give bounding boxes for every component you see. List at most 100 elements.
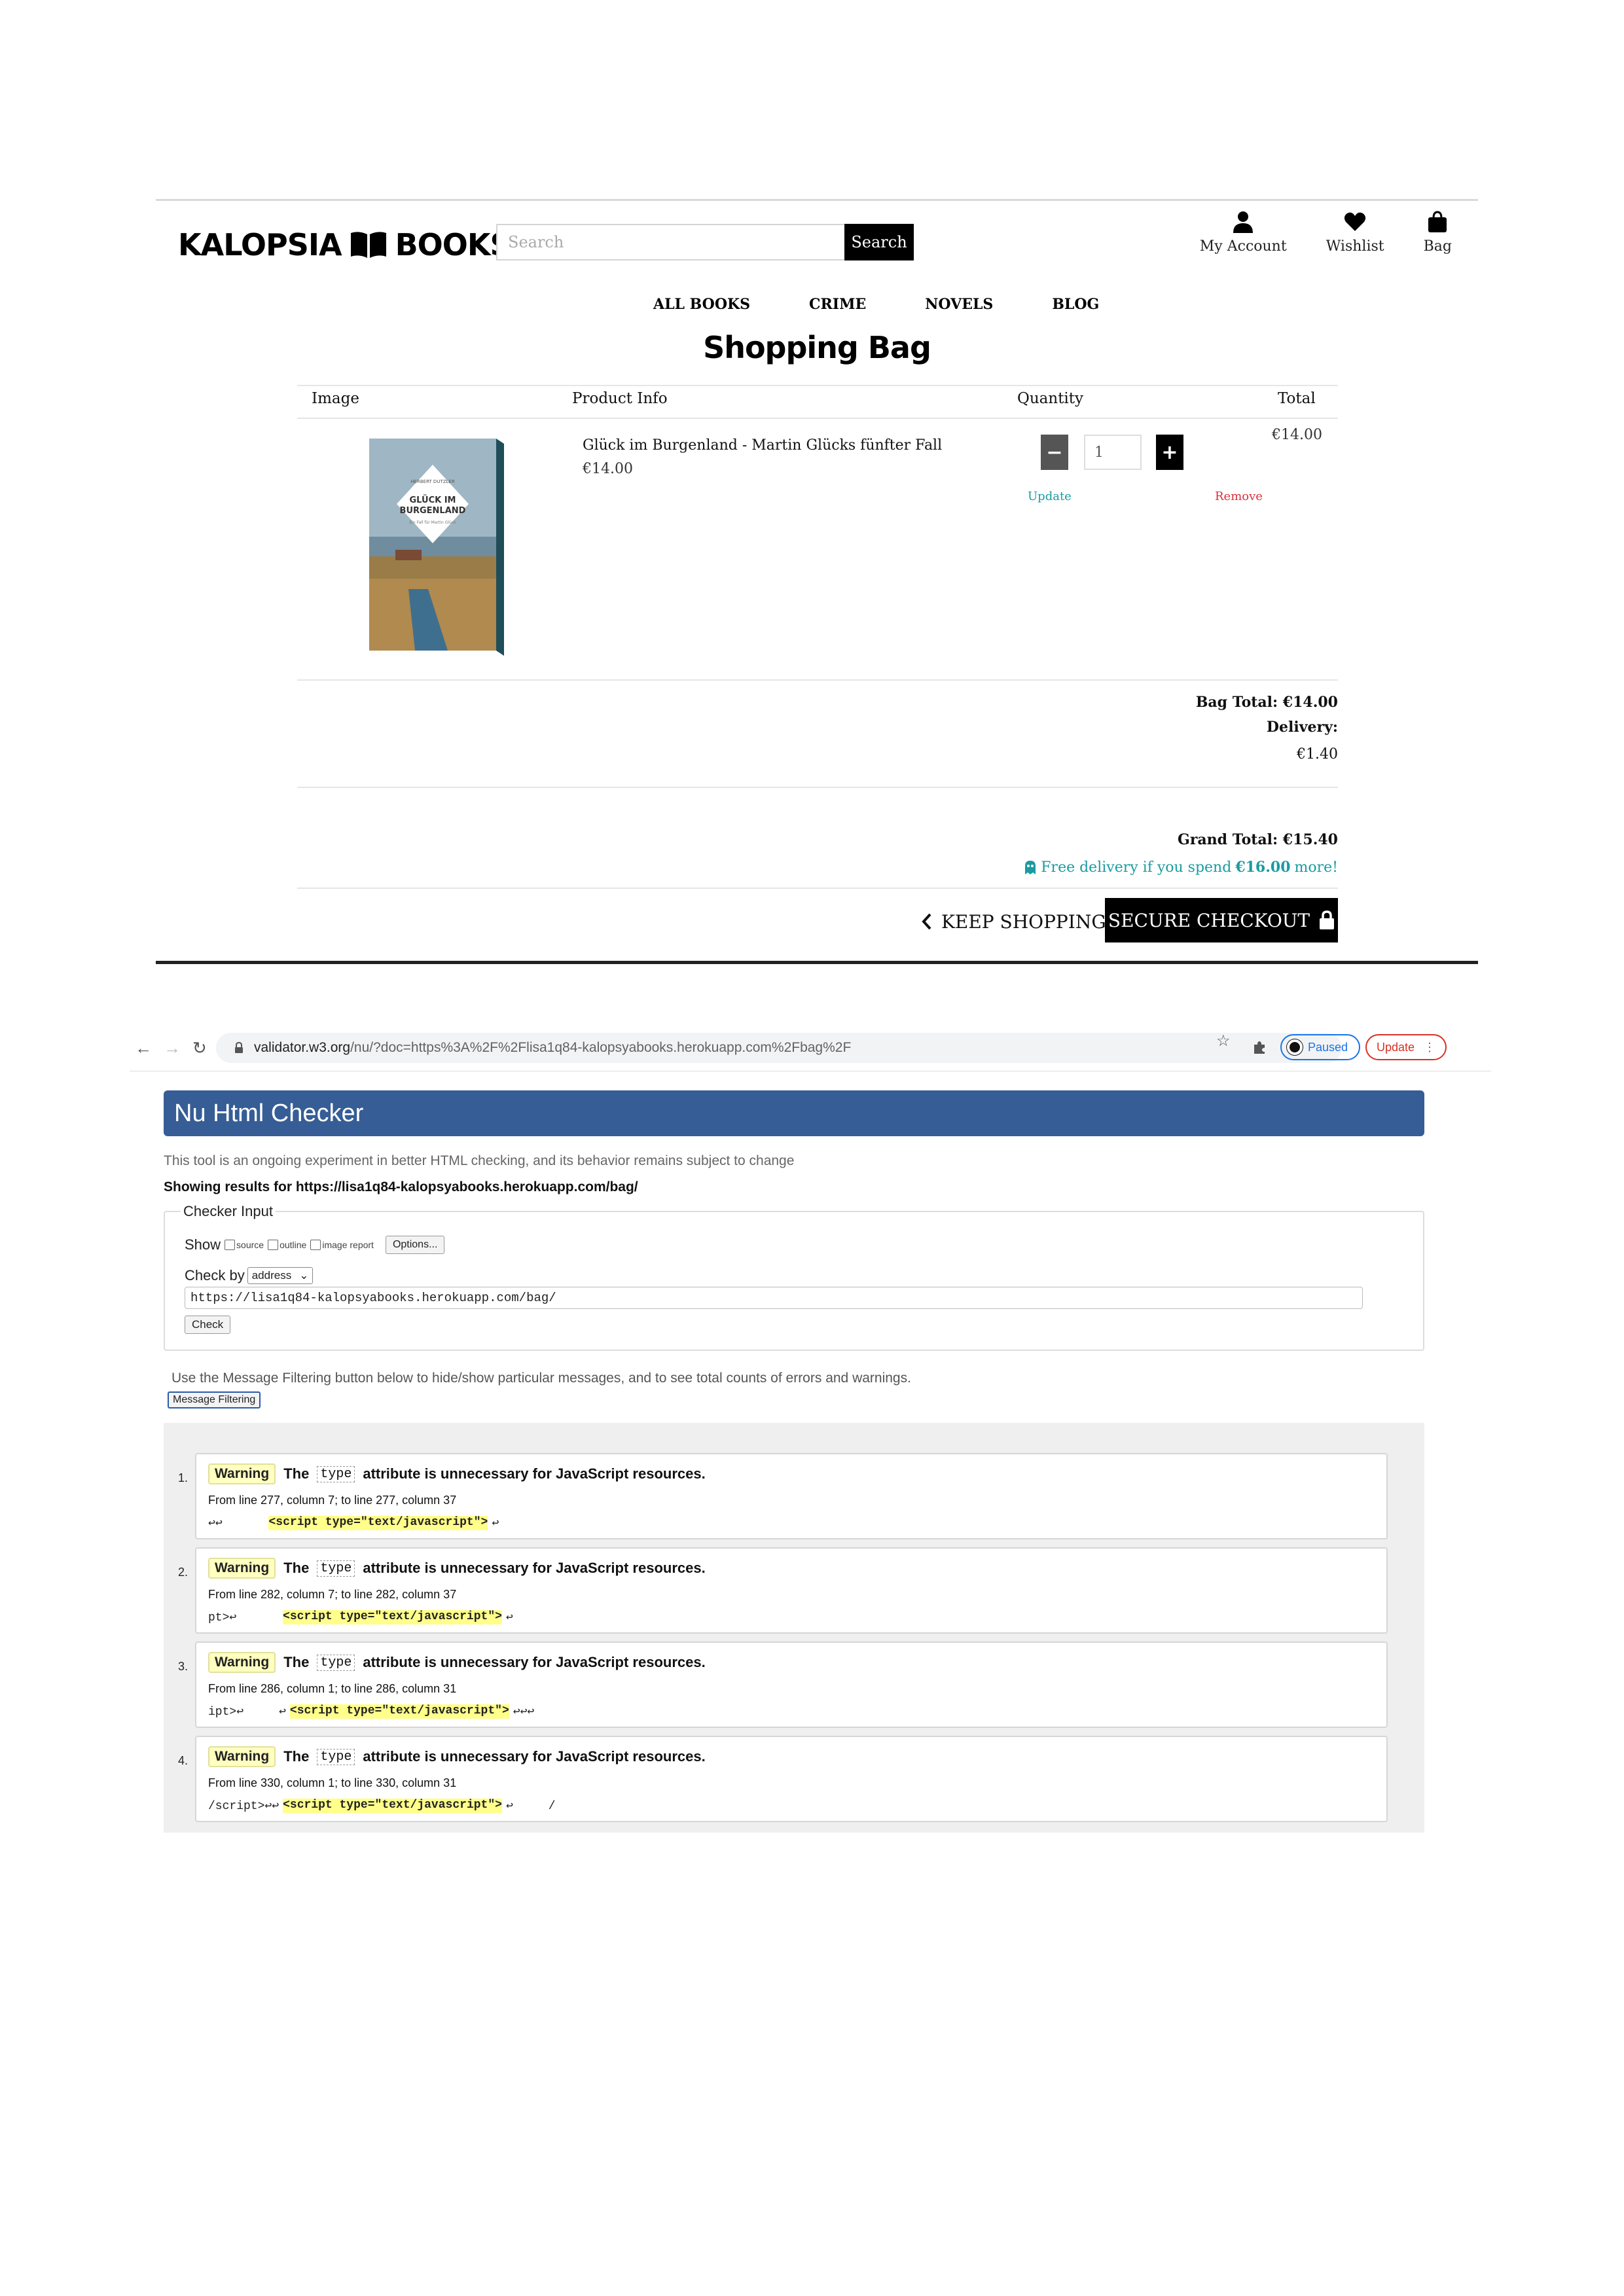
search-input[interactable] bbox=[496, 224, 844, 260]
message-number: 2. bbox=[178, 1566, 189, 1579]
menu-item-crime[interactable]: CRIME bbox=[809, 296, 866, 313]
show-label: Show bbox=[185, 1236, 221, 1253]
logo-text-left: KALOPSIA bbox=[178, 227, 342, 262]
checker-legend: Checker Input bbox=[181, 1203, 276, 1220]
lock-icon bbox=[235, 1042, 243, 1053]
menu-item-novels[interactable]: NOVELS bbox=[925, 296, 993, 313]
warning-badge: Warning bbox=[208, 1746, 276, 1767]
message-text-pre: The bbox=[283, 1654, 310, 1670]
results-for: Showing results for https://lisa1q84-kal… bbox=[164, 1179, 638, 1194]
url-input[interactable]: https://lisa1q84-kalopsyabooks.herokuapp… bbox=[185, 1287, 1363, 1309]
back-arrow-icon[interactable]: ← bbox=[135, 1038, 152, 1058]
address-bar[interactable]: validator.w3.org/nu/?doc=https%3A%2F%2Fl… bbox=[216, 1033, 1342, 1063]
secure-checkout-button[interactable]: SECURE CHECKOUT bbox=[1105, 898, 1338, 942]
column-header-total: Total bbox=[1278, 390, 1316, 407]
message-extract: /script>↩↩ <script type="text/javascript"… bbox=[208, 1799, 556, 1813]
options-button[interactable]: Options... bbox=[385, 1236, 445, 1254]
bottom-divider bbox=[156, 961, 1478, 964]
free-delivery-prefix: Free delivery if you spend bbox=[1041, 859, 1232, 876]
check-by-value: address bbox=[251, 1269, 292, 1282]
message-filtering-button[interactable]: Message Filtering bbox=[168, 1391, 261, 1408]
browser-toolbar: ← → ↻ validator.w3.org/nu/?doc=https%3A%… bbox=[130, 1025, 1491, 1072]
check-by-select[interactable]: address ⌄ bbox=[247, 1267, 314, 1284]
url-path: /nu/?doc=https%3A%2F%2Flisa1q84-kalopsya… bbox=[350, 1040, 852, 1055]
table-top-rule bbox=[297, 385, 1338, 386]
message-location[interactable]: From line 286, column 1; to line 286, co… bbox=[208, 1682, 456, 1696]
bag-label: Bag bbox=[1423, 238, 1452, 255]
extensions-icon[interactable] bbox=[1252, 1039, 1267, 1055]
keep-shopping-button[interactable]: KEEP SHOPPING bbox=[922, 902, 1106, 941]
paused-profile-button[interactable]: Paused bbox=[1280, 1034, 1360, 1060]
extract-after: ↩ bbox=[505, 1611, 513, 1624]
header-nav-icons: My Account Wishlist Bag bbox=[1200, 211, 1452, 255]
validator-header: Nu Html Checker bbox=[164, 1090, 1424, 1136]
grand-total: Grand Total: €15.40 bbox=[1178, 831, 1338, 848]
free-delivery-amount: €16.00 bbox=[1235, 859, 1291, 876]
update-link[interactable]: Update bbox=[1028, 490, 1072, 503]
message-code: type bbox=[317, 1465, 355, 1482]
wishlist-link[interactable]: Wishlist bbox=[1326, 211, 1384, 255]
minus-icon: − bbox=[1046, 440, 1063, 464]
show-source-checkbox[interactable]: source bbox=[225, 1240, 264, 1250]
quantity-decrement-button[interactable]: − bbox=[1041, 435, 1068, 470]
message-number: 3. bbox=[178, 1660, 189, 1673]
shopping-bag-icon bbox=[1428, 211, 1447, 232]
book-cover-image[interactable]: HERBERT DUTZLER GLÜCK IM BURGENLAND Ein … bbox=[369, 439, 504, 656]
filter-hint: Use the Message Filtering button below t… bbox=[171, 1371, 911, 1386]
search-button[interactable]: Search bbox=[844, 224, 914, 260]
my-account-link[interactable]: My Account bbox=[1200, 211, 1287, 255]
message-title: Warning The type attribute is unnecessar… bbox=[208, 1652, 706, 1673]
free-delivery-note: Free delivery if you spend €16.00 more! bbox=[1024, 859, 1338, 876]
show-image-report-checkbox[interactable]: image report bbox=[310, 1240, 374, 1250]
message-title: Warning The type attribute is unnecessar… bbox=[208, 1558, 706, 1579]
lock-icon bbox=[1320, 910, 1335, 929]
extract-highlight: <script type="text/javascript"> bbox=[283, 1799, 502, 1813]
table-header-rule bbox=[297, 418, 1338, 419]
product-price: €14.00 bbox=[583, 461, 633, 477]
extract-highlight: <script type="text/javascript"> bbox=[283, 1610, 502, 1624]
message-title: Warning The type attribute is unnecessar… bbox=[208, 1746, 706, 1767]
plus-icon: + bbox=[1161, 440, 1178, 464]
browser-update-button[interactable]: Update ⋮ bbox=[1365, 1034, 1447, 1060]
warning-message: 2. Warning The type attribute is unneces… bbox=[178, 1547, 1388, 1634]
quantity-input[interactable] bbox=[1084, 435, 1142, 470]
menu-item-all-books[interactable]: ALL BOOKS bbox=[653, 296, 750, 313]
message-text-post: attribute is unnecessary for JavaScript … bbox=[363, 1465, 706, 1482]
site-logo[interactable]: KALOPSIA BOOKS bbox=[178, 225, 512, 264]
check-button[interactable]: Check bbox=[185, 1316, 231, 1334]
message-location[interactable]: From line 330, column 1; to line 330, co… bbox=[208, 1776, 456, 1790]
quantity-increment-button[interactable]: + bbox=[1156, 435, 1183, 470]
url-host: validator.w3.org bbox=[254, 1040, 351, 1055]
remove-link[interactable]: Remove bbox=[1215, 490, 1263, 503]
message-code: type bbox=[317, 1654, 355, 1671]
row-total: €14.00 bbox=[1272, 427, 1322, 443]
ghost-icon bbox=[1025, 861, 1036, 874]
warning-badge: Warning bbox=[208, 1463, 276, 1484]
validator-screenshot: ← → ↻ validator.w3.org/nu/?doc=https%3A%… bbox=[130, 1025, 1491, 1833]
column-header-product: Product Info bbox=[572, 390, 668, 407]
user-icon bbox=[1233, 211, 1254, 233]
outline-label: outline bbox=[280, 1240, 307, 1250]
heart-icon bbox=[1344, 212, 1366, 231]
bag-link[interactable]: Bag bbox=[1424, 211, 1452, 255]
image-report-label: image report bbox=[322, 1240, 374, 1250]
svg-text:HERBERT DUTZLER: HERBERT DUTZLER bbox=[410, 479, 455, 484]
validator-tagline: This tool is an ongoing experiment in be… bbox=[164, 1153, 795, 1168]
update-label: Update bbox=[1376, 1040, 1415, 1054]
page-title: Shopping Bag bbox=[703, 330, 931, 365]
bookmark-star-icon[interactable]: ☆ bbox=[1216, 1031, 1231, 1050]
show-outline-checkbox[interactable]: outline bbox=[268, 1240, 306, 1250]
extract-highlight: <script type="text/javascript"> bbox=[268, 1516, 488, 1530]
wishlist-label: Wishlist bbox=[1326, 238, 1384, 255]
message-location[interactable]: From line 277, column 7; to line 277, co… bbox=[208, 1494, 456, 1507]
reload-icon[interactable]: ↻ bbox=[192, 1038, 207, 1058]
kebab-menu-icon: ⋮ bbox=[1424, 1040, 1436, 1054]
secure-checkout-label: SECURE CHECKOUT bbox=[1108, 909, 1310, 931]
bag-total: Bag Total: €14.00 bbox=[1195, 694, 1338, 711]
menu-item-blog[interactable]: BLOG bbox=[1052, 296, 1099, 313]
extract-after: ↩ / bbox=[505, 1800, 556, 1813]
forward-arrow-icon[interactable]: → bbox=[164, 1038, 181, 1058]
product-title[interactable]: Glück im Burgenland - Martin Glücks fünf… bbox=[583, 437, 942, 454]
message-text-pre: The bbox=[283, 1560, 310, 1576]
message-location[interactable]: From line 282, column 7; to line 282, co… bbox=[208, 1588, 456, 1602]
